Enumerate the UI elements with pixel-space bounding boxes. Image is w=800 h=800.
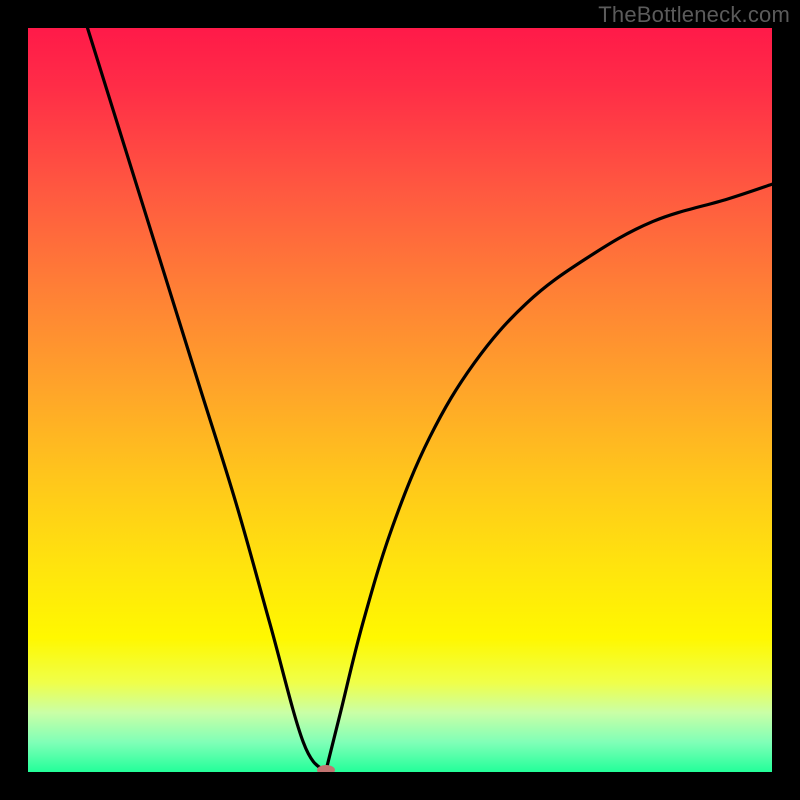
curve-right-branch: [326, 184, 772, 772]
curve-left-branch: [88, 28, 326, 772]
chart-container: TheBottleneck.com: [0, 0, 800, 800]
curve-layer: [28, 28, 772, 772]
watermark-text: TheBottleneck.com: [598, 2, 790, 28]
plot-area: [28, 28, 772, 772]
vertex-marker: [317, 765, 335, 772]
